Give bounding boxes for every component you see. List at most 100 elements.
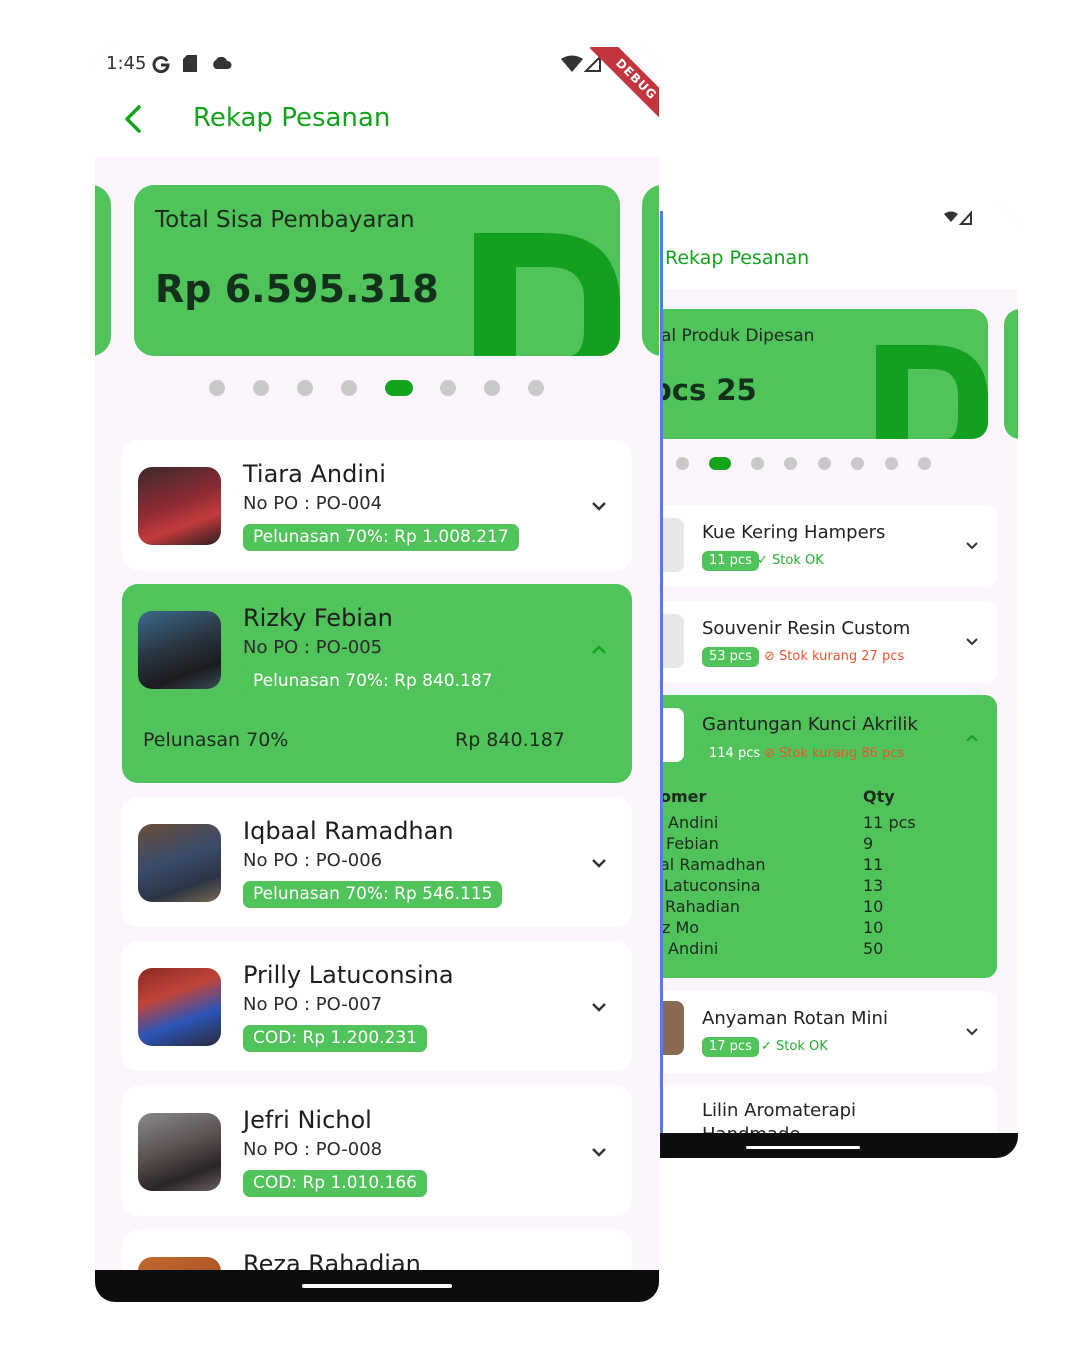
carousel-dot-active[interactable] [385,380,413,396]
product-item-expanded[interactable]: Gantungan Kunci Akrilik 114 pcs ⊘ Stok k… [660,695,997,978]
customer-name: Rizky Febian [243,604,393,632]
product-name: Lilin Aromaterapi [702,1100,857,1121]
carousel-dot[interactable] [784,457,797,470]
prev-card-peek[interactable] [95,185,111,356]
carousel-dot[interactable] [918,457,931,470]
table-cell: 13 [863,876,884,895]
product-name: Anyaman Rotan Mini [702,1008,888,1029]
product-item[interactable]: Kue Kering Hampers 11 pcs ✓ Stok OK [660,505,997,587]
chevron-down-icon[interactable] [965,539,979,553]
carousel-dot[interactable] [751,457,764,470]
table-cell: Andini [668,939,719,958]
table-cell: Rahadian [665,897,741,916]
wifi-signal-icon [944,210,972,225]
po-number: No PO : PO-004 [243,493,383,514]
table-cell: al Ramadhan [660,855,766,874]
stock-status: ⊘ Stok kurang 27 pcs [764,649,905,664]
summary-label: Total Sisa Pembayaran [155,207,415,233]
product-thumbnail [660,1001,684,1055]
page-title: Rekap Pesanan [193,103,391,133]
detail-label: Pelunasan 70% [143,729,289,751]
google-icon [152,56,170,73]
customer-name: Prilly Latuconsina [243,961,454,989]
carousel-dot[interactable] [440,380,456,396]
carousel-dot-active[interactable] [709,457,731,470]
chevron-up-icon[interactable] [590,641,608,659]
chevron-down-icon[interactable] [590,998,608,1016]
order-card[interactable]: Iqbaal Ramadhan No PO : PO-006 Pelunasan… [122,797,632,927]
home-indicator[interactable] [302,1284,452,1288]
table-cell: 11 pcs [863,813,916,832]
customer-name: Tiara Andini [243,460,386,488]
avatar [138,1113,221,1191]
table-cell: z Mo [662,918,700,937]
carousel-dot[interactable] [297,380,313,396]
chevron-left-icon[interactable] [122,104,144,134]
payment-badge: Pelunasan 70%: Rp 546.115 [243,881,503,908]
po-number: No PO : PO-008 [243,1139,383,1160]
sd-card-icon [183,55,197,72]
customer-name: Iqbaal Ramadhan [243,817,454,845]
payment-badge: COD: Rp 1.200.231 [243,1025,427,1052]
po-number: No PO : PO-007 [243,994,383,1015]
screen-edge [660,211,663,1158]
product-thumbnail [660,614,684,668]
payment-badge: COD: Rp 1.010.166 [243,1170,427,1197]
summary-card[interactable]: Total Sisa Pembayaran Rp 6.595.318 [134,185,620,356]
table-cell: Latuconsina [664,876,761,895]
front-screen: 1:45 DEBUG Rekap Pesanan Total Sisa Pemb… [95,47,659,1302]
avatar [138,467,221,545]
avatar [138,824,221,902]
detail-value: Rp 840.187 [455,729,565,751]
table-cell: 10 [863,897,884,916]
next-card-peek[interactable] [1004,309,1018,439]
carousel-dot[interactable] [676,457,689,470]
chevron-down-icon[interactable] [965,635,979,649]
stock-status: ✓ Stok OK [761,1039,828,1054]
home-indicator[interactable] [746,1146,860,1149]
table-header-qty: Qty [863,787,895,806]
product-item[interactable]: Anyaman Rotan Mini 17 pcs ✓ Stok OK [660,991,997,1073]
summary-value: Rp 6.595.318 [155,267,439,311]
order-card[interactable]: Prilly Latuconsina No PO : PO-007 COD: R… [122,941,632,1071]
product-name: Souvenir Resin Custom [702,618,911,639]
chevron-down-icon[interactable] [590,497,608,515]
chevron-up-icon[interactable] [965,731,979,745]
carousel-dot[interactable] [341,380,357,396]
table-cell: 11 [863,855,884,874]
carousel-dot[interactable] [851,457,864,470]
table-header-customer: omer [660,787,707,806]
back-screen: Rekap Pesanan al Produk Dipesan 25 pcs K… [660,205,1018,1158]
chevron-down-icon[interactable] [590,854,608,872]
stock-status: ✓ Stok OK [757,553,824,568]
order-card-expanded[interactable]: Rizky Febian No PO : PO-005 Pelunasan 70… [122,584,632,783]
product-name: Gantungan Kunci Akrilik [702,714,918,735]
product-item[interactable]: Souvenir Resin Custom 53 pcs ⊘ Stok kura… [660,601,997,683]
chevron-down-icon[interactable] [590,1143,608,1161]
cloud-icon [213,56,232,69]
avatar [138,968,221,1046]
table-cell: 50 [863,939,884,958]
next-card-peek[interactable] [642,185,659,356]
summary-label: al Produk Dipesan [661,326,815,346]
order-card[interactable]: Tiara Andini No PO : PO-004 Pelunasan 70… [122,440,632,570]
qty-badge: 17 pcs [702,1037,759,1057]
product-name: Kue Kering Hampers [702,522,886,543]
qty-badge: 53 pcs [702,647,759,667]
summary-card[interactable]: al Produk Dipesan 25 pcs [660,309,988,439]
wifi-icon [561,55,583,72]
po-number: No PO : PO-005 [243,637,383,658]
carousel-dot[interactable] [253,380,269,396]
carousel-dot[interactable] [484,380,500,396]
carousel-dot[interactable] [528,380,544,396]
chevron-down-icon[interactable] [965,1025,979,1039]
table-cell: 9 [863,834,874,853]
carousel-dot[interactable] [818,457,831,470]
stock-status: ⊘ Stok kurang 86 pcs [764,746,905,761]
carousel-dot[interactable] [885,457,898,470]
product-thumbnail [660,708,684,762]
carousel-dot[interactable] [209,380,225,396]
order-card[interactable]: Jefri Nichol No PO : PO-008 COD: Rp 1.01… [122,1086,632,1216]
qty-badge: 114 pcs [702,744,768,764]
customer-name: Jefri Nichol [243,1106,372,1134]
